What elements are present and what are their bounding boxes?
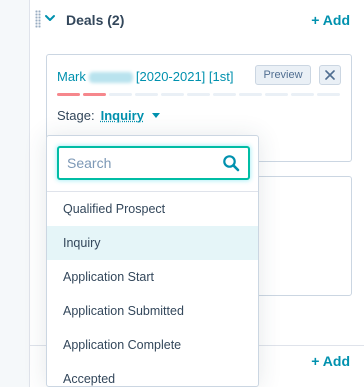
stage-progress-segment [109, 93, 132, 96]
stage-option[interactable]: Application Complete [47, 328, 258, 362]
section-title: Deals (2) [66, 12, 125, 28]
drag-handle-icon[interactable] [35, 10, 41, 28]
stage-progress-segment [187, 93, 210, 96]
search-icon[interactable] [222, 154, 240, 172]
deal-name-suffix: [2020-2021] [1st] [135, 69, 234, 84]
stage-dropdown-toggle[interactable]: Inquiry [101, 108, 144, 123]
preview-button[interactable]: Preview [255, 65, 311, 85]
stage-progress-segment [317, 93, 340, 96]
chevron-down-icon[interactable] [44, 12, 56, 24]
stage-option[interactable]: Accepted [47, 362, 258, 386]
redacted-name [88, 72, 133, 84]
add-deal-link[interactable]: + Add [311, 12, 350, 28]
stage-options-list: Qualified Prospect Inquiry Application Sta… [47, 191, 258, 386]
stage-option[interactable]: Qualified Prospect [47, 192, 258, 226]
deal-name-first: Mark [57, 69, 86, 84]
stage-progress-segment [213, 93, 236, 96]
stage-progress-segment [161, 93, 184, 96]
stage-row: Stage: Inquiry [57, 108, 160, 123]
add-link[interactable]: + Add [311, 353, 350, 369]
stage-progress-segment [135, 93, 158, 96]
deal-name-link[interactable]: Mark [2020-2021] [1st] [57, 69, 233, 84]
stage-progress-segment [291, 93, 314, 96]
stage-progress-segment [265, 93, 288, 96]
stage-progress-segment [57, 93, 80, 96]
stage-dropdown-menu: Qualified ProspectInquiryApplication Sta… [46, 135, 259, 387]
deals-section-header[interactable]: Deals (2) + Add [30, 0, 364, 38]
close-icon [325, 70, 335, 80]
stage-progress-segment [239, 93, 262, 96]
close-button[interactable] [319, 65, 341, 85]
search-input[interactable] [67, 148, 217, 178]
stage-label: Stage: [57, 108, 95, 123]
caret-down-icon[interactable] [151, 113, 160, 118]
stage-progress-bar [57, 93, 340, 96]
stage-option[interactable]: Inquiry [47, 226, 258, 260]
stage-option[interactable]: Application Start [47, 260, 258, 294]
stage-option[interactable]: Application Submitted [47, 294, 258, 328]
left-sidebar-strip [0, 0, 30, 387]
search-field[interactable] [57, 146, 250, 180]
deals-panel: Deals (2) + Add Mark [2020-2021] [1st] Pr… [30, 0, 364, 387]
stage-progress-segment [83, 93, 106, 96]
